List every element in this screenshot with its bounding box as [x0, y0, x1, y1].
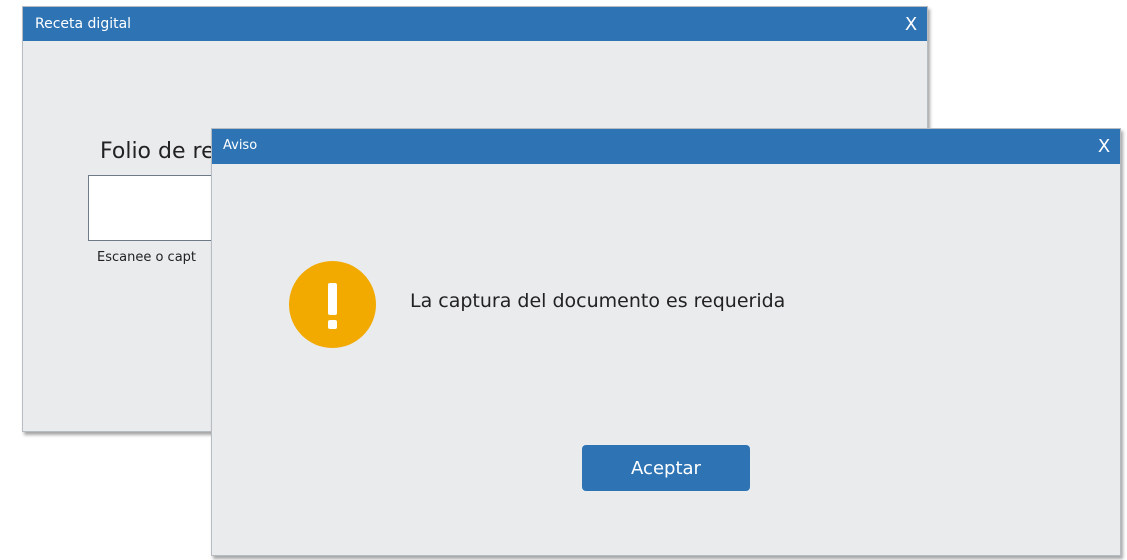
accept-button[interactable]: Aceptar	[582, 445, 750, 491]
exclamation-bar	[328, 283, 337, 315]
folio-hint-text: Escanee o capt	[97, 250, 197, 265]
dialog-message: La captura del documento es requerida	[410, 290, 786, 312]
receta-digital-titlebar[interactable]: Receta digital X	[23, 7, 927, 41]
window-title: Receta digital	[35, 16, 132, 32]
folio-label: Folio de re	[100, 139, 215, 164]
dialog-title: Aviso	[223, 138, 258, 153]
warning-icon	[289, 261, 376, 348]
aviso-titlebar[interactable]: Aviso X	[212, 129, 1120, 164]
close-window-button[interactable]: X	[901, 14, 921, 36]
exclamation-dot	[328, 320, 337, 329]
close-dialog-button[interactable]: X	[1094, 136, 1114, 158]
aviso-dialog: Aviso X La captura del documento es requ…	[211, 128, 1121, 556]
